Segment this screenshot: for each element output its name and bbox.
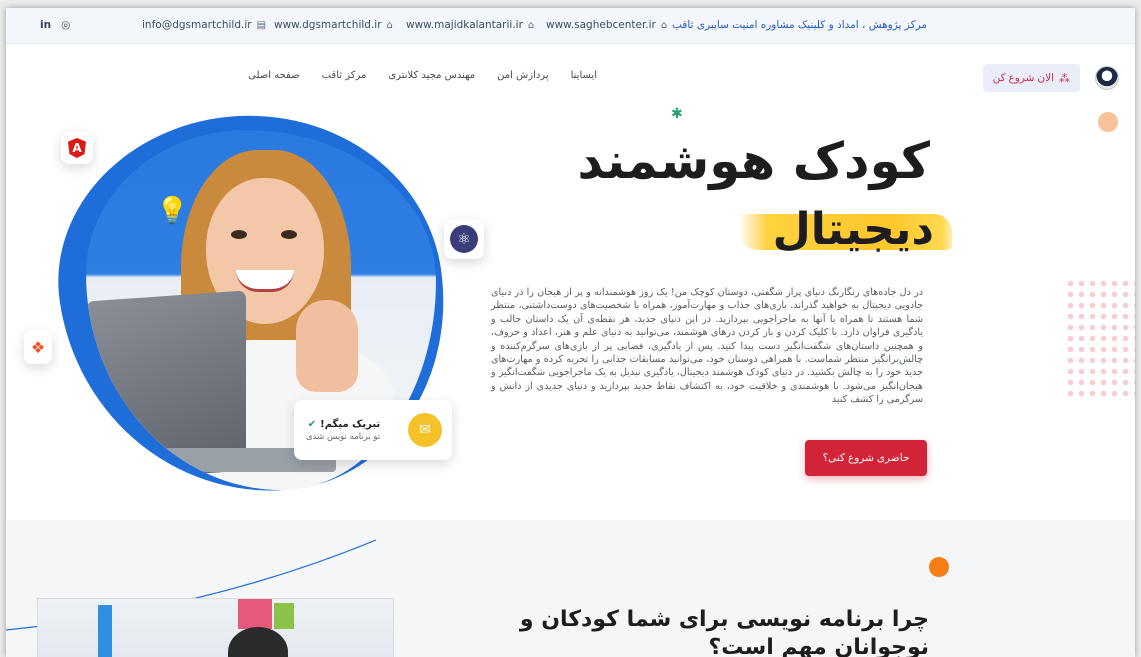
grid-icon: ⁂ bbox=[1059, 72, 1070, 85]
company-name[interactable]: مرکز پژوهش ، امداد و کلینیک مشاوره امنیت… bbox=[672, 19, 927, 31]
contact-site2[interactable]: www.majidkalantarii.ir ⌂ bbox=[406, 19, 534, 31]
angular-icon: A bbox=[68, 138, 86, 158]
react-icon: ⚛ bbox=[450, 225, 478, 253]
main-nav: صفحه اصلی مرکز ثاقب مهندس مجید کلانتری پ… bbox=[248, 70, 597, 81]
react-badge: ⚛ bbox=[444, 219, 484, 259]
site-logo[interactable] bbox=[1095, 66, 1119, 90]
nav-item-home[interactable]: صفحه اصلی bbox=[248, 70, 299, 81]
cta-button[interactable]: حاضری شروع کنی؟ bbox=[805, 440, 927, 476]
figma-icon: ❖ bbox=[30, 337, 46, 357]
nav-item-sagheb[interactable]: مرکز ثاقب bbox=[322, 70, 367, 81]
email-icon: ▤ bbox=[256, 19, 267, 31]
photo-shape bbox=[238, 599, 272, 629]
social-links: in ◎ bbox=[40, 19, 70, 31]
nav-item-kalantari[interactable]: مهندس مجید کلانتری bbox=[388, 70, 475, 81]
linkedin-icon[interactable]: in bbox=[40, 19, 51, 31]
site1-link[interactable]: www.dgsmartchild.ir bbox=[274, 19, 382, 31]
contact-site1[interactable]: www.dgsmartchild.ir ⌂ bbox=[274, 19, 393, 31]
congrats-text: تبریک میگم!✔ تو برنامه نویس شدی bbox=[306, 419, 380, 442]
browser-page: in ◎ info@dgsmartchild.ir ▤ www.dgsmartc… bbox=[6, 8, 1135, 657]
home-icon: ⌂ bbox=[386, 19, 393, 31]
dot-pattern bbox=[1065, 278, 1135, 398]
sparkle-icon: ✱ bbox=[671, 106, 683, 122]
decorative-dot bbox=[1098, 112, 1118, 132]
email-text[interactable]: info@dgsmartchild.ir bbox=[142, 19, 252, 31]
congrats-card: ✉ تبریک میگم!✔ تو برنامه نویس شدی bbox=[294, 400, 452, 460]
hero-description: در دل جاده‌های رنگارنگ دنیای پراز شگفتی،… bbox=[491, 287, 923, 406]
hero-subtitle-wrap: دیجیتال bbox=[738, 204, 952, 260]
nav-item-secure[interactable]: پردازش امن bbox=[497, 70, 549, 81]
home-icon: ⌂ bbox=[660, 19, 668, 31]
girl-eye bbox=[281, 230, 297, 239]
thumbs-up bbox=[296, 300, 358, 392]
site2-link[interactable]: www.majidkalantarii.ir bbox=[406, 19, 523, 31]
decorative-dot-orange bbox=[929, 557, 949, 577]
top-contact-bar: in ◎ info@dgsmartchild.ir ▤ www.dgsmartc… bbox=[6, 8, 1135, 44]
section-title: چرا برنامه نویسی برای شما کودکان و نوجوا… bbox=[519, 607, 929, 657]
girl-eye bbox=[231, 230, 247, 239]
hero-title: کودک هوشمند bbox=[577, 132, 930, 190]
angular-badge: A bbox=[61, 132, 93, 164]
instagram-icon[interactable]: ◎ bbox=[61, 19, 70, 31]
section-photo bbox=[37, 598, 394, 657]
nav-item-isaina[interactable]: ایساینا bbox=[571, 70, 597, 81]
contact-email[interactable]: info@dgsmartchild.ir ▤ bbox=[142, 19, 266, 31]
site3-link[interactable]: www.saghebcenter.ir bbox=[546, 19, 656, 31]
start-now-button[interactable]: ⁂ الان شروع کن bbox=[982, 64, 1080, 92]
check-icon: ✔ bbox=[307, 418, 317, 430]
start-now-label: الان شروع کن bbox=[992, 72, 1054, 84]
hero-subtitle: دیجیتال bbox=[772, 204, 934, 255]
congrats-subtitle: تو برنامه نویس شدی bbox=[306, 431, 381, 442]
photo-shape bbox=[274, 603, 294, 629]
congrats-title: تبریک میگم! bbox=[320, 418, 381, 430]
home-icon: ⌂ bbox=[527, 19, 535, 31]
photo-shape bbox=[98, 605, 112, 657]
mail-icon: ✉ bbox=[408, 413, 442, 447]
contact-site3[interactable]: www.saghebcenter.ir ⌂ bbox=[546, 19, 667, 31]
figma-badge: ❖ bbox=[24, 330, 52, 364]
photo-kid bbox=[228, 627, 288, 657]
lightbulb-icon: 💡 bbox=[156, 196, 189, 226]
